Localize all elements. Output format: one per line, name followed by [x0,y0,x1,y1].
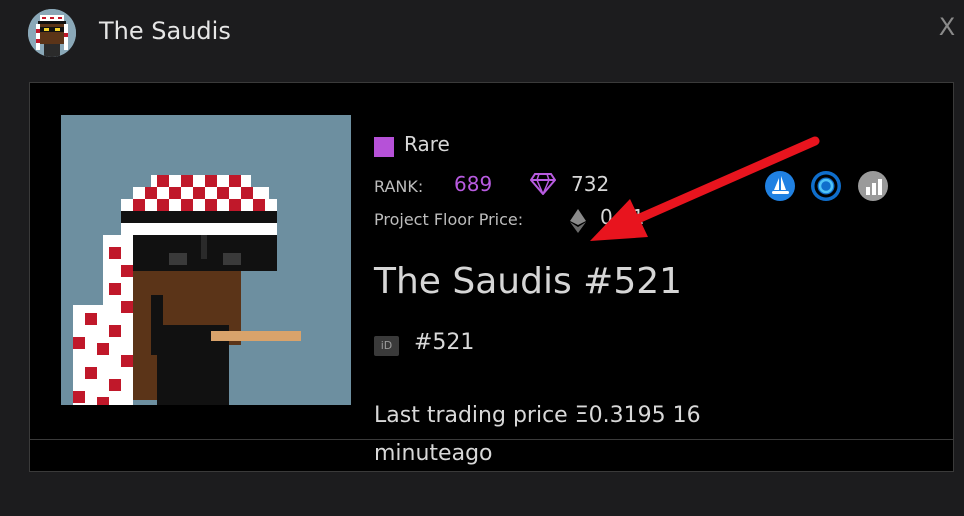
collection-title: The Saudis [99,17,231,45]
nft-card: Rare RANK: 689 732 Project Floor Price: … [29,82,954,472]
nft-image [61,115,351,405]
token-id: #521 [414,330,475,355]
floor-price-label: Project Floor Price: [374,210,524,229]
diamond-icon [529,173,557,196]
last-trading-time: minuteago [374,441,493,466]
rarity-label: Rare [404,132,450,156]
red-arrow-annotation [590,136,820,241]
rarity-color-swatch [374,137,394,157]
rank-label: RANK: [374,177,424,196]
divider [30,439,953,440]
id-badge: iD [374,336,399,356]
close-icon[interactable]: X [936,14,958,40]
rank-value: 689 [454,172,493,196]
last-trading-price: Last trading price Ξ0.3195 16 [374,403,701,428]
collection-avatar [28,9,76,57]
nft-title: The Saudis #521 [374,261,683,302]
chart-icon[interactable] [858,171,888,201]
